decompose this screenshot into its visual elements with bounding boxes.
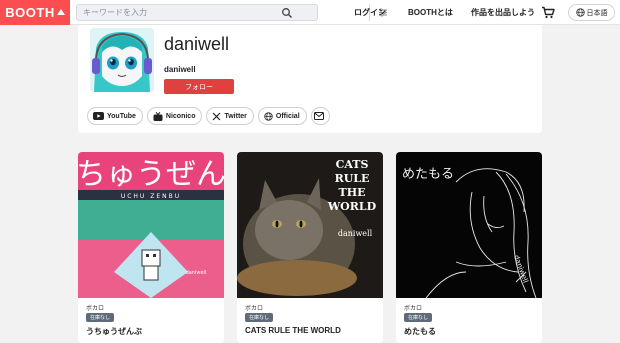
- svg-text:WORLD: WORLD: [327, 200, 377, 213]
- stock-badge: 在庫なし: [245, 313, 274, 322]
- youtube-label: YouTube: [107, 112, 136, 120]
- niconico-label: Niconico: [165, 112, 196, 120]
- logo-text: BOOTH: [5, 5, 55, 20]
- svg-text:RULE: RULE: [335, 172, 370, 185]
- booth-logo[interactable]: BOOTH: [0, 0, 70, 25]
- language-label: 日本語: [586, 9, 608, 17]
- language-selector[interactable]: 日本語: [568, 4, 615, 21]
- youtube-icon: [93, 112, 104, 120]
- product-thumbnail[interactable]: うちゅうぜんぶ UCHU ZENBU daniwell: [78, 152, 224, 298]
- product-category[interactable]: ボカロ: [404, 303, 422, 312]
- niconico-icon: [153, 111, 163, 121]
- product-title[interactable]: CATS RULE THE WORLD: [245, 326, 341, 335]
- product-category[interactable]: ボカロ: [86, 303, 104, 312]
- mail-icon: [313, 112, 324, 120]
- product-card[interactable]: めたもる daniwell ボカロ 在庫なし めたもる: [396, 152, 542, 343]
- product-thumbnail[interactable]: CATS RULE THE WORLD daniwell: [237, 152, 383, 298]
- shop-profile-card: daniwell daniwell フォロー YouTube Niconico …: [78, 25, 542, 133]
- mail-button[interactable]: [310, 107, 330, 125]
- cover-subtitle-text: UCHU ZENBU: [121, 193, 181, 200]
- product-title[interactable]: めたもる: [404, 326, 436, 337]
- stock-badge: 在庫なし: [86, 313, 115, 322]
- globe-icon: [264, 111, 273, 121]
- product-category[interactable]: ボカロ: [245, 303, 263, 312]
- shop-title: daniwell: [164, 34, 230, 54]
- official-link[interactable]: Official: [257, 107, 307, 125]
- booth-logo-icon: [56, 8, 65, 15]
- svg-text:CATS: CATS: [336, 158, 369, 171]
- niconico-link[interactable]: Niconico: [146, 107, 203, 125]
- x-twitter-icon: [213, 112, 221, 120]
- cover-title-text: うちゅうぜんぶ: [78, 157, 224, 192]
- social-links: YouTube Niconico Twitter Official: [87, 107, 330, 125]
- stock-badge: 在庫なし: [404, 313, 433, 322]
- product-thumbnail[interactable]: めたもる daniwell: [396, 152, 542, 298]
- cover-credit-text: daniwell: [186, 270, 207, 276]
- shop-username[interactable]: daniwell: [164, 65, 196, 74]
- twitter-link[interactable]: Twitter: [206, 107, 254, 125]
- search-bar: [76, 4, 387, 21]
- globe-icon: [575, 8, 585, 17]
- youtube-link[interactable]: YouTube: [87, 107, 143, 125]
- follow-button[interactable]: フォロー: [164, 79, 234, 94]
- cover-credit-text: daniwell: [338, 229, 373, 238]
- nav-start-selling[interactable]: 作品を出品しよう: [471, 0, 535, 25]
- cover-title-text: めたもる: [402, 167, 454, 182]
- product-card[interactable]: CATS RULE THE WORLD daniwell ボカロ 在庫なし CA…: [237, 152, 383, 343]
- cart-icon[interactable]: [541, 6, 555, 19]
- svg-text:THE: THE: [339, 186, 366, 199]
- nav-login[interactable]: ログイン: [354, 0, 386, 25]
- product-title[interactable]: うちゅうぜんぶ: [86, 326, 142, 337]
- shop-avatar[interactable]: [90, 28, 154, 92]
- official-label: Official: [275, 112, 300, 120]
- search-icon[interactable]: [281, 7, 293, 19]
- nav-about-booth[interactable]: BOOTHとは: [408, 0, 453, 25]
- search-input[interactable]: [83, 6, 273, 19]
- twitter-label: Twitter: [224, 112, 247, 120]
- product-card[interactable]: うちゅうぜんぶ UCHU ZENBU daniwell ボカロ 在庫なし うちゅ…: [78, 152, 224, 343]
- site-header: BOOTH ログイン BOOTHとは 作品を出品しよう: [0, 0, 620, 25]
